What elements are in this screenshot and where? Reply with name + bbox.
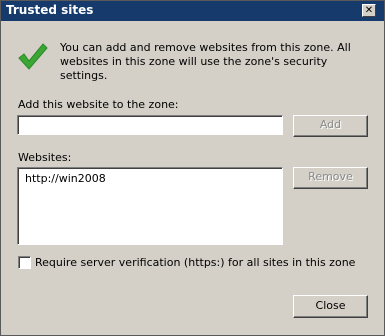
add-website-label-text: Add this website to the zone: [18, 98, 179, 111]
close-icon: ✕ [364, 5, 374, 16]
remove-button[interactable]: Remove [293, 167, 368, 189]
add-website-input[interactable] [17, 115, 283, 135]
close-button[interactable]: Close [293, 295, 368, 318]
list-item[interactable]: http://win2008 [25, 172, 106, 185]
zone-description: You can add and remove websites from thi… [60, 41, 351, 82]
add-button[interactable]: Add [293, 115, 368, 137]
dialog-title: Trusted sites [6, 3, 94, 17]
require-verification-checkbox[interactable] [18, 256, 31, 269]
add-website-label: Add this website to the zone: [18, 98, 179, 111]
title-bar[interactable]: Trusted sites ✕ [1, 1, 384, 21]
green-checkmark-icon [18, 43, 48, 70]
websites-list[interactable]: http://win2008 [17, 167, 283, 245]
title-close-button[interactable]: ✕ [362, 4, 376, 17]
websites-label: Websites: [18, 151, 71, 164]
require-verification-label[interactable]: Require server verification (https:) for… [35, 256, 355, 269]
websites-label-text: Websites: [18, 151, 72, 164]
trusted-sites-dialog: Trusted sites ✕ You can add and remove w… [0, 0, 385, 336]
